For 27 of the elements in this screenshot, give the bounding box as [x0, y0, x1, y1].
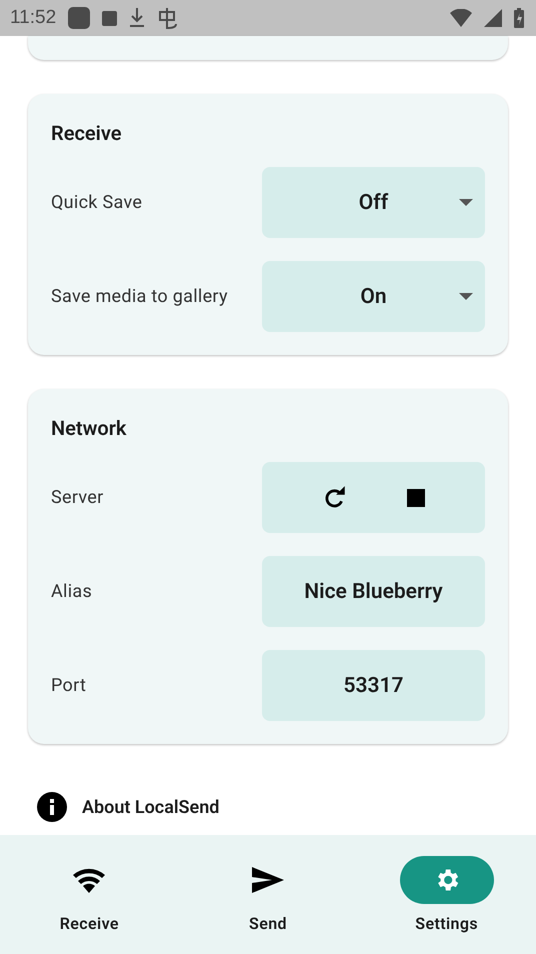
text-field[interactable]: 53317 [262, 650, 485, 721]
stop-icon[interactable] [407, 488, 426, 506]
battery-icon [514, 8, 524, 28]
text-field[interactable]: Nice Blueberry [262, 556, 485, 627]
section-title: Receive [51, 120, 123, 147]
dropdown[interactable]: On [262, 261, 485, 332]
download-icon [129, 8, 146, 28]
nav-item[interactable]: Send [178, 835, 358, 954]
wifi-icon [72, 866, 106, 894]
cell-signal-icon [484, 9, 502, 27]
setting-label: Quick Save [51, 190, 144, 214]
status-time: 11:52 [10, 7, 56, 29]
wifi-signal-icon [450, 9, 472, 27]
setting-label: Save media to gallery [51, 284, 229, 308]
about-link[interactable]: About LocalSend [82, 796, 220, 818]
send-icon [252, 867, 284, 893]
setting-label: Port [51, 674, 88, 698]
dropdown[interactable]: Off [262, 167, 485, 238]
section-title: Network [51, 415, 128, 442]
info-icon[interactable] [37, 792, 67, 822]
setting-label: Alias [51, 580, 94, 604]
caret-icon [459, 293, 473, 300]
nav-item[interactable]: Settings [357, 835, 536, 954]
caret-icon [459, 199, 473, 206]
app-icon [68, 7, 90, 29]
nav-item[interactable]: Receive [0, 835, 179, 954]
setting-label: Server [51, 486, 105, 510]
